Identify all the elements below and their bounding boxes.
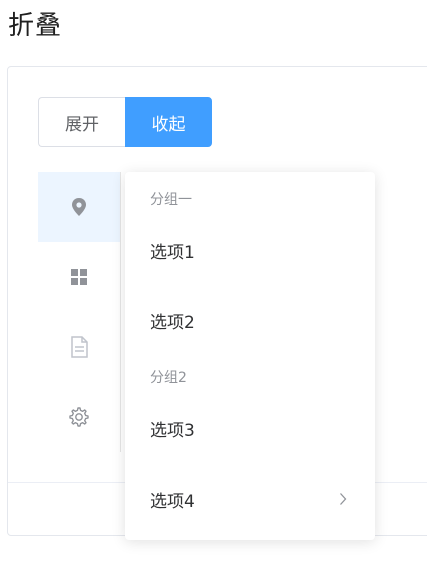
collapse-toggle-group: 展开 收起 [38, 97, 212, 147]
menu-item-navigator[interactable] [38, 172, 120, 242]
group-title-2: 分组2 [150, 370, 187, 386]
collapse-button[interactable]: 收起 [125, 97, 212, 147]
menu-option-2[interactable]: 选项2 [125, 292, 375, 348]
document-icon [71, 336, 88, 358]
collapsed-side-menu [38, 172, 121, 452]
grid-icon [71, 269, 87, 285]
menu-item-grid[interactable] [38, 242, 120, 312]
submenu-option-label: 选项4 [150, 491, 195, 512]
submenu-option-4[interactable]: 选项4 [125, 471, 375, 527]
location-icon [72, 198, 86, 216]
group-title-1: 分组一 [150, 192, 192, 208]
gear-icon [69, 407, 89, 427]
menu-option-1[interactable]: 选项1 [125, 222, 375, 278]
menu-item-settings[interactable] [38, 382, 120, 452]
page-title: 折叠 [8, 11, 63, 41]
submenu-popup: 分组一 选项1 选项2 分组2 选项3 选项4 [125, 172, 375, 540]
expand-button[interactable]: 展开 [38, 97, 125, 147]
menu-item-document-disabled [38, 312, 120, 382]
menu-option-3[interactable]: 选项3 [125, 400, 375, 456]
chevron-right-icon [340, 493, 347, 505]
